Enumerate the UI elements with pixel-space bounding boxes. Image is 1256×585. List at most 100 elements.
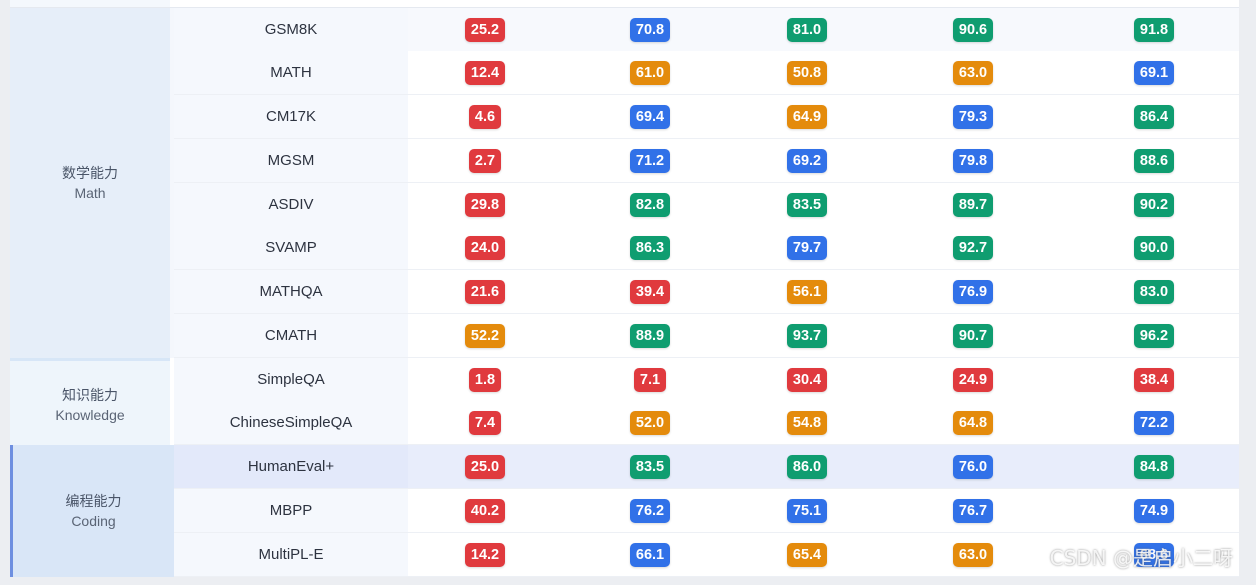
score-cell: 39.4 [590,270,710,313]
score-cell: 88.6 [1094,139,1214,182]
previous-category-edge [10,0,170,7]
score-cell: 76.2 [590,489,710,532]
score-cell: 81.0 [747,8,867,51]
score-badge: 61.0 [629,60,671,85]
score-badge: 76.2 [629,498,671,523]
benchmark-name: HumanEval+ [174,445,408,488]
category-label-zh: 编程能力 [65,493,122,509]
score-badge: 96.2 [1133,323,1175,348]
score-cell: 96.2 [1094,314,1214,357]
benchmark-name: CM17K [174,95,408,138]
score-badge: 30.4 [786,367,828,392]
category-label-zh: 数学能力 [62,165,118,181]
score-badge: 50.8 [786,60,828,85]
score-badge: 91.8 [1133,17,1175,42]
score-badge: 25.2 [464,17,506,42]
table-row: CMATH 52.2 88.9 93.7 90.7 96.2 [174,314,1239,358]
score-badge: 63.0 [952,60,994,85]
score-cell: 30.4 [747,358,867,401]
category-label-zh: 知识能力 [62,386,118,403]
score-cell: 7.1 [590,358,710,401]
score-badge: 38.4 [1133,367,1175,392]
score-cell: 61.0 [590,51,710,94]
score-badge: 24.0 [464,235,506,260]
previous-row-edge [10,0,1239,8]
score-cell: 82.8 [590,183,710,226]
score-cell: 69.1 [1094,51,1214,94]
score-cell: 14.2 [425,533,545,576]
category-label-en: Knowledge [55,406,125,423]
score-badge: 79.8 [952,148,994,173]
score-badge: 82.8 [629,192,671,217]
score-badge: 65.4 [786,542,828,567]
score-badge: 90.2 [1133,192,1175,217]
score-cell: 90.6 [913,8,1033,51]
score-badge: 75.1 [786,498,828,523]
score-cell: 68.6 [1094,533,1214,576]
score-cell: 25.0 [425,445,545,488]
score-cell: 90.0 [1094,226,1214,269]
table-row: ChineseSimpleQA 7.4 52.0 54.8 64.8 72.2 [174,401,1239,445]
score-badge: 69.1 [1133,60,1175,85]
score-cell: 71.2 [590,139,710,182]
score-badge: 39.4 [629,279,671,304]
benchmark-name: SVAMP [174,226,408,269]
score-badge: 2.7 [468,148,502,173]
category-label-en: Math [74,185,106,201]
score-cell: 4.6 [425,95,545,138]
score-cell: 2.7 [425,139,545,182]
benchmark-name: MGSM [174,139,408,182]
score-cell: 65.4 [747,533,867,576]
category-coding: 编程能力 Coding [10,445,174,577]
score-badge: 29.8 [464,192,506,217]
score-cell: 52.0 [590,401,710,444]
score-cell: 72.2 [1094,401,1214,444]
score-cell: 7.4 [425,401,545,444]
score-badge: 64.9 [786,104,828,129]
score-cell: 86.4 [1094,95,1214,138]
score-cell: 88.9 [590,314,710,357]
table-row: SimpleQA 1.8 7.1 30.4 24.9 38.4 [174,358,1239,402]
score-cell: 54.8 [747,401,867,444]
score-cell: 79.3 [913,95,1033,138]
score-cell: 83.0 [1094,270,1214,313]
score-badge: 76.9 [952,279,994,304]
score-badge: 4.6 [468,104,502,129]
benchmark-name: MATHQA [174,270,408,313]
score-cell: 69.2 [747,139,867,182]
table-row: MATHQA 21.6 39.4 56.1 76.9 83.0 [174,270,1239,314]
table-row: ASDIV 29.8 82.8 83.5 89.7 90.2 [174,183,1239,227]
score-badge: 81.0 [786,17,828,42]
score-cell: 83.5 [590,445,710,488]
score-badge: 7.1 [633,367,667,392]
score-badge: 1.8 [468,367,502,392]
benchmark-name: SimpleQA [174,358,408,401]
score-badge: 56.1 [786,279,828,304]
score-badge: 40.2 [464,498,506,523]
table-row: MultiPL-E 14.2 66.1 65.4 63.0 68.6 [174,533,1239,577]
score-badge: 54.8 [786,410,828,435]
score-cell: 86.0 [747,445,867,488]
score-badge: 86.3 [629,235,671,260]
score-cell: 93.7 [747,314,867,357]
score-badge: 76.0 [952,454,994,479]
benchmark-name: MultiPL-E [174,533,408,576]
score-badge: 70.8 [629,17,671,42]
score-cell: 21.6 [425,270,545,313]
score-badge: 64.8 [952,410,994,435]
score-badge: 24.9 [952,367,994,392]
score-badge: 79.7 [786,235,828,260]
category-label-en: Coding [71,513,116,529]
score-cell: 70.8 [590,8,710,51]
score-cell: 24.9 [913,358,1033,401]
score-badge: 83.0 [1133,279,1175,304]
score-cell: 86.3 [590,226,710,269]
benchmark-table: 数学能力 Math 知识能力 Knowledge 编程能力 Coding GSM… [10,0,1239,577]
score-cell: 64.9 [747,95,867,138]
benchmark-name: ASDIV [174,183,408,226]
score-badge: 88.6 [1133,148,1175,173]
benchmark-name: MBPP [174,489,408,532]
score-cell: 89.7 [913,183,1033,226]
score-cell: 75.1 [747,489,867,532]
score-badge: 88.9 [629,323,671,348]
